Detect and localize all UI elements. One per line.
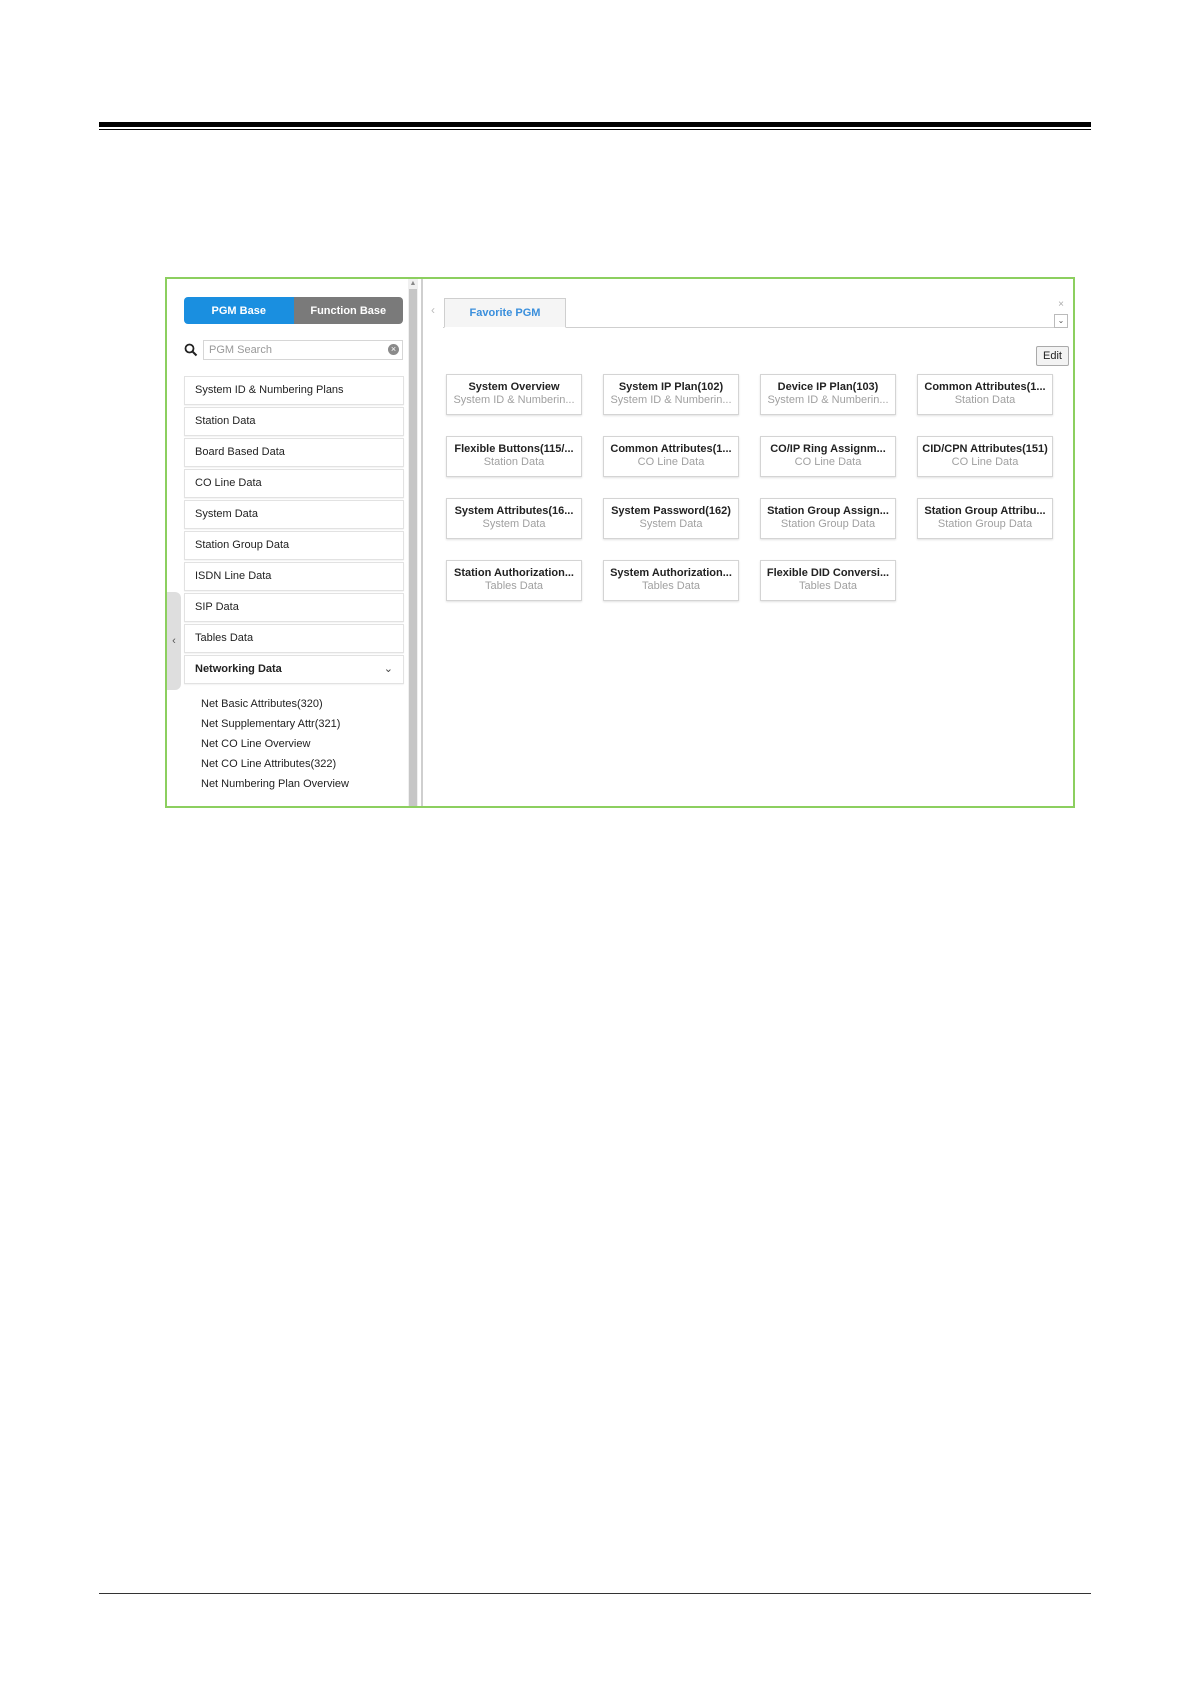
card-title: System IP Plan(102) xyxy=(618,381,724,393)
networking-submenu: Net Basic Attributes(320) Net Supplement… xyxy=(184,686,404,794)
menu-item-board-based-data[interactable]: Board Based Data xyxy=(184,438,404,467)
card-title: Common Attributes(1... xyxy=(924,381,1046,393)
function-base-button[interactable]: Function Base xyxy=(293,297,403,324)
close-icon[interactable]: × xyxy=(1055,299,1067,311)
app-window: PGM Base Function Base PGM Search × Syst… xyxy=(165,277,1075,808)
tab-favorite-pgm[interactable]: Favorite PGM xyxy=(444,298,566,328)
favorite-card[interactable]: CO/IP Ring Assignm... CO Line Data xyxy=(760,436,896,477)
search-row: PGM Search × xyxy=(184,340,403,360)
favorite-card[interactable]: System Attributes(16... System Data xyxy=(446,498,582,539)
card-subtitle: CO Line Data xyxy=(637,456,705,468)
card-subtitle: System ID & Numberin... xyxy=(453,394,575,406)
favorite-card[interactable]: Device IP Plan(103) System ID & Numberin… xyxy=(760,374,896,415)
card-title: Flexible Buttons(115/... xyxy=(454,443,574,455)
card-title: Common Attributes(1... xyxy=(610,443,732,455)
favorite-card[interactable]: System Overview System ID & Numberin... xyxy=(446,374,582,415)
submenu-item-net-basic-attributes[interactable]: Net Basic Attributes(320) xyxy=(201,694,404,714)
favorite-card[interactable]: System Authorization... Tables Data xyxy=(603,560,739,601)
card-title: Station Authorization... xyxy=(454,567,574,579)
page-header-rule xyxy=(99,122,1091,130)
card-title: Device IP Plan(103) xyxy=(777,381,879,393)
card-title: Station Group Attribu... xyxy=(924,505,1046,517)
card-subtitle: CO Line Data xyxy=(951,456,1019,468)
menu-item-station-data[interactable]: Station Data xyxy=(184,407,404,436)
card-subtitle: System Data xyxy=(639,518,703,530)
card-subtitle: Station Data xyxy=(954,394,1016,406)
card-subtitle: Tables Data xyxy=(641,580,701,592)
card-title: System Attributes(16... xyxy=(454,505,574,517)
card-title: System Overview xyxy=(468,381,560,393)
card-subtitle: Station Data xyxy=(483,456,545,468)
chevron-down-icon: ⌄ xyxy=(383,663,393,675)
favorite-card[interactable]: Station Authorization... Tables Data xyxy=(446,560,582,601)
menu-item-networking-label: Networking Data xyxy=(195,663,282,675)
favorite-card[interactable]: Common Attributes(1... CO Line Data xyxy=(603,436,739,477)
menu-item-tables-data[interactable]: Tables Data xyxy=(184,624,404,653)
favorite-card[interactable]: System Password(162) System Data xyxy=(603,498,739,539)
favorite-card[interactable]: CID/CPN Attributes(151) CO Line Data xyxy=(917,436,1053,477)
chevron-left-icon: ‹ xyxy=(172,635,176,647)
pgm-search-input[interactable]: PGM Search xyxy=(203,340,403,360)
menu-item-co-line-data[interactable]: CO Line Data xyxy=(184,469,404,498)
card-subtitle: Tables Data xyxy=(798,580,858,592)
edit-button[interactable]: Edit xyxy=(1036,346,1069,366)
card-title: System Authorization... xyxy=(610,567,732,579)
collapse-panel-handle[interactable]: ‹ xyxy=(167,592,181,690)
favorite-card[interactable]: Station Group Assign... Station Group Da… xyxy=(760,498,896,539)
card-title: CID/CPN Attributes(151) xyxy=(922,443,1048,455)
scroll-up-icon[interactable]: ▲ xyxy=(408,279,418,289)
right-panel: ‹ Favorite PGM × ⌄ Edit System Overview … xyxy=(423,279,1073,806)
favorite-card[interactable]: Flexible Buttons(115/... Station Data xyxy=(446,436,582,477)
menu-item-isdn-line-data[interactable]: ISDN Line Data xyxy=(184,562,404,591)
card-subtitle: System Data xyxy=(482,518,546,530)
favorite-card[interactable]: Station Group Attribu... Station Group D… xyxy=(917,498,1053,539)
card-subtitle: Tables Data xyxy=(484,580,544,592)
submenu-item-net-co-line-attributes[interactable]: Net CO Line Attributes(322) xyxy=(201,754,404,774)
left-panel: PGM Base Function Base PGM Search × Syst… xyxy=(167,279,421,806)
card-subtitle: System ID & Numberin... xyxy=(767,394,889,406)
favorite-card[interactable]: System IP Plan(102) System ID & Numberin… xyxy=(603,374,739,415)
base-toggle: PGM Base Function Base xyxy=(184,297,403,324)
menu-item-station-group-data[interactable]: Station Group Data xyxy=(184,531,404,560)
tab-dropdown-icon[interactable]: ⌄ xyxy=(1054,314,1068,328)
pgm-menu: System ID & Numbering Plans Station Data… xyxy=(184,376,404,794)
pgm-base-button[interactable]: PGM Base xyxy=(184,297,294,324)
menu-item-system-id[interactable]: System ID & Numbering Plans xyxy=(184,376,404,405)
favorite-card[interactable]: Flexible DID Conversi... Tables Data xyxy=(760,560,896,601)
card-title: CO/IP Ring Assignm... xyxy=(770,443,886,455)
card-title: System Password(162) xyxy=(611,505,731,517)
search-icon xyxy=(184,343,198,357)
card-subtitle: Station Group Data xyxy=(780,518,876,530)
card-subtitle: Station Group Data xyxy=(937,518,1033,530)
submenu-item-net-co-line-overview[interactable]: Net CO Line Overview xyxy=(201,734,404,754)
menu-item-system-data[interactable]: System Data xyxy=(184,500,404,529)
page-footer-rule xyxy=(99,1593,1091,1594)
tab-scroll-left-icon[interactable]: ‹ xyxy=(431,303,435,317)
menu-item-networking-data[interactable]: Networking Data ⌄ xyxy=(184,655,404,684)
card-title: Station Group Assign... xyxy=(767,505,889,517)
card-subtitle: System ID & Numberin... xyxy=(610,394,732,406)
submenu-item-net-numbering-plan-overview[interactable]: Net Numbering Plan Overview xyxy=(201,774,404,794)
card-subtitle: CO Line Data xyxy=(794,456,862,468)
menu-scrollbar-thumb[interactable] xyxy=(409,289,417,806)
clear-icon[interactable]: × xyxy=(388,344,399,355)
favorite-card[interactable]: Common Attributes(1... Station Data xyxy=(917,374,1053,415)
submenu-item-net-supplementary-attr[interactable]: Net Supplementary Attr(321) xyxy=(201,714,404,734)
menu-item-sip-data[interactable]: SIP Data xyxy=(184,593,404,622)
card-title: Flexible DID Conversi... xyxy=(766,567,890,579)
